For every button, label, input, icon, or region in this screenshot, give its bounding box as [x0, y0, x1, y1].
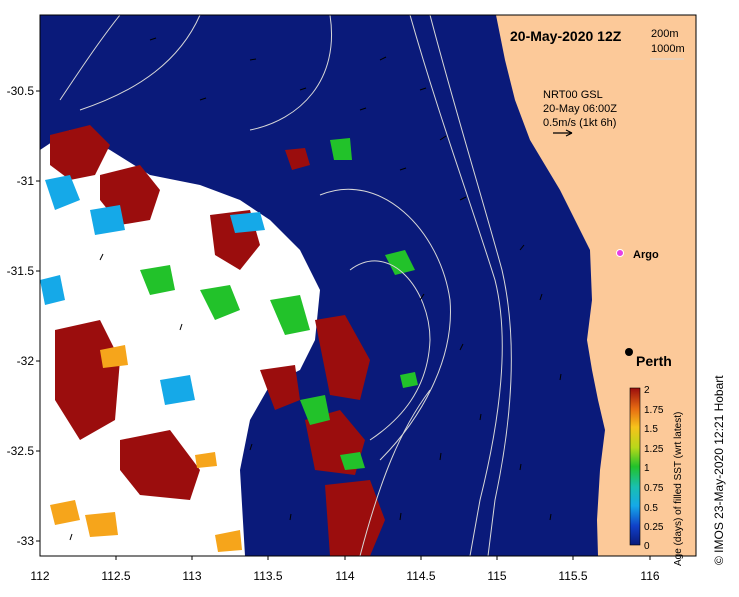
x-tick-113: 113	[182, 569, 201, 583]
product-info-line-2: 20-May 06:00Z	[543, 103, 617, 115]
x-tick-114.5: 114.5	[406, 569, 435, 583]
colorbar-label: Age (days) of filled SST (wrt latest)	[673, 412, 684, 566]
sst-age-map: 20-May-2020 12Z 200m 1000m NRT00 GSL 20-…	[7, 14, 726, 583]
colorbar-tick-1.75: 1.75	[644, 405, 664, 416]
y-tick--30.5: -30.5	[7, 84, 35, 98]
argo-float-marker[interactable]	[616, 249, 624, 257]
credit-text: © IMOS 23-May-2020 12:21 Hobart	[712, 375, 726, 565]
colorbar-tick-1.5: 1.5	[644, 424, 658, 435]
perth-label: Perth	[636, 353, 672, 369]
colorbar-tick-0.5: 0.5	[644, 503, 658, 514]
contour-legend-1000m: 1000m	[651, 43, 685, 55]
colorbar-tick-1.25: 1.25	[644, 444, 664, 455]
y-tick--31: -31	[17, 174, 35, 188]
x-tick-114: 114	[335, 569, 354, 583]
x-tick-112.5: 112.5	[101, 569, 130, 583]
colorbar-tick-2: 2	[644, 385, 650, 396]
y-tick--32: -32	[17, 354, 35, 368]
map-title: 20-May-2020 12Z	[510, 28, 622, 44]
y-axis: -30.5 -31 -31.5 -32 -32.5 -33	[7, 84, 35, 548]
x-tick-112: 112	[30, 569, 49, 583]
y-tick--31.5: -31.5	[7, 264, 35, 278]
x-axis: 112 112.5 113 113.5 114 114.5 115 115.5 …	[30, 569, 659, 583]
perth-marker[interactable]	[625, 348, 633, 356]
colorbar-tick-0.75: 0.75	[644, 483, 664, 494]
x-tick-115: 115	[487, 569, 506, 583]
x-tick-116: 116	[640, 569, 659, 583]
contour-legend-200m: 200m	[651, 28, 679, 40]
x-tick-115.5: 115.5	[558, 569, 587, 583]
product-info-line-3: 0.5m/s (1kt 6h)	[543, 117, 616, 129]
x-tick-113.5: 113.5	[253, 569, 282, 583]
colorbar-tick-0: 0	[644, 541, 650, 552]
colorbar-tick-1: 1	[644, 463, 650, 474]
argo-label: Argo	[633, 249, 659, 261]
colorbar-tick-0.25: 0.25	[644, 522, 664, 533]
product-info-line-1: NRT00 GSL	[543, 89, 603, 101]
colorbar	[629, 387, 641, 546]
y-tick--33: -33	[17, 534, 35, 548]
y-tick--32.5: -32.5	[7, 444, 35, 458]
